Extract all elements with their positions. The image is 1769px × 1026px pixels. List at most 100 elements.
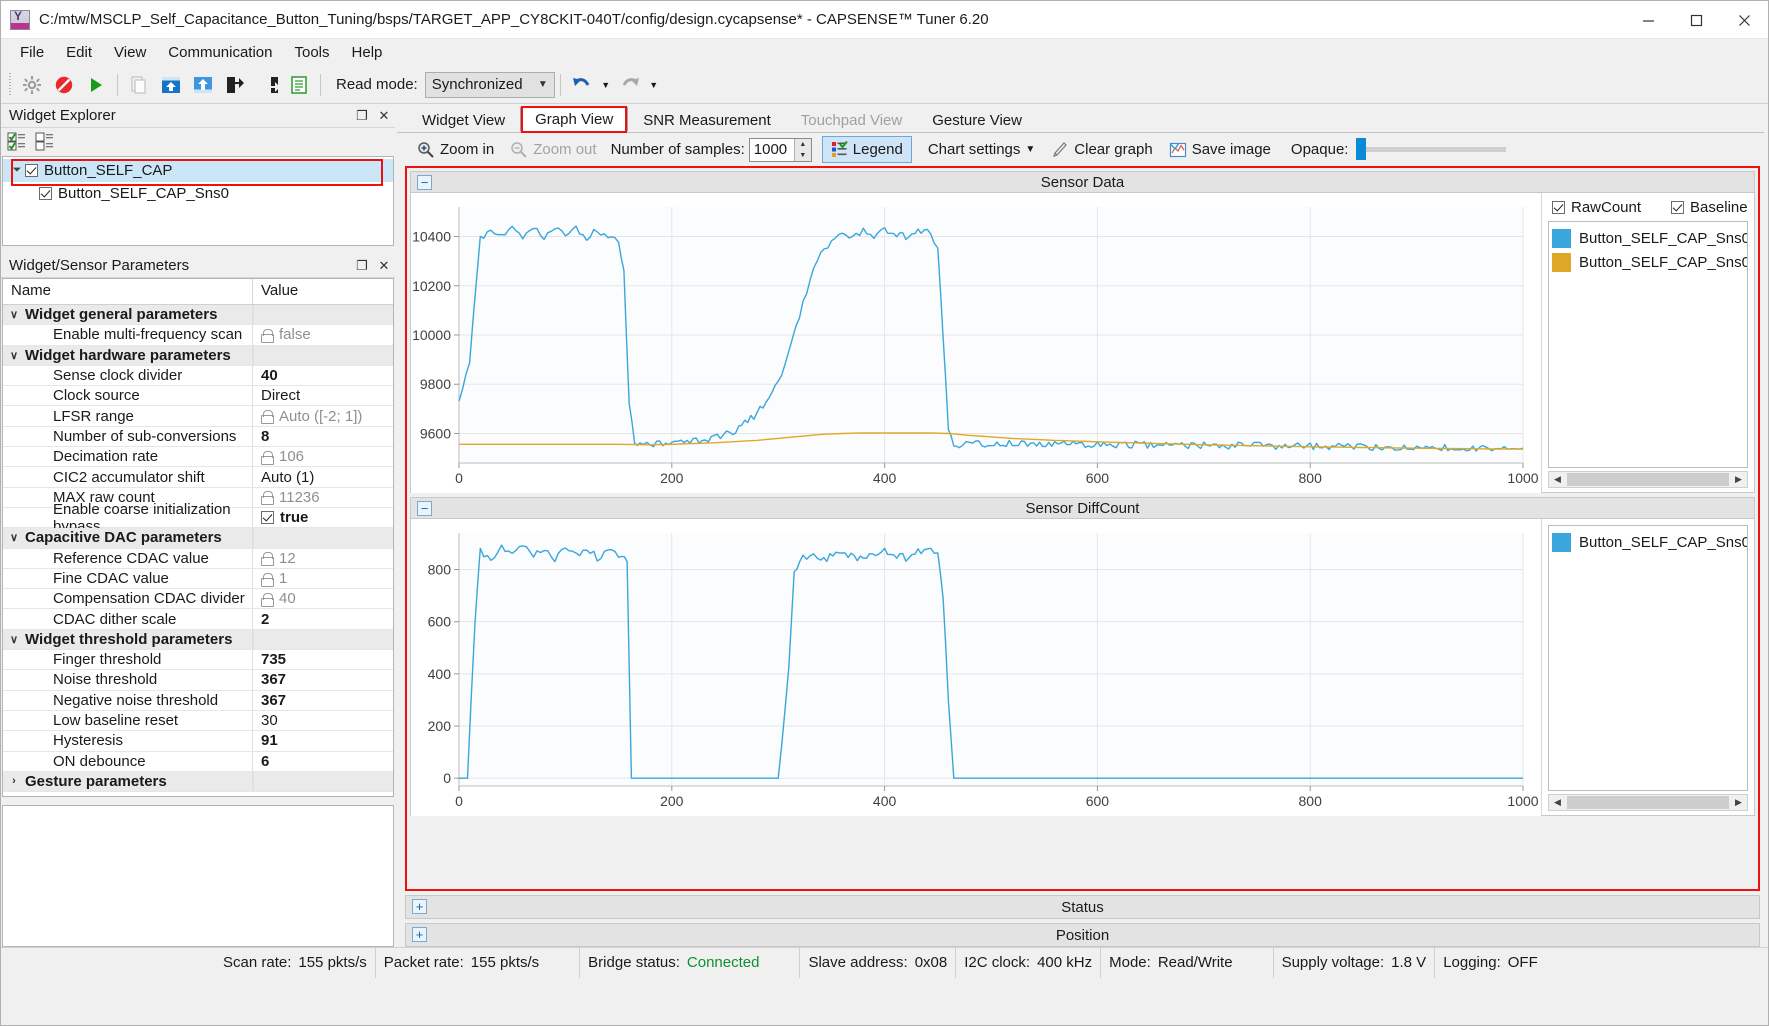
expand-icon[interactable]: +: [412, 927, 427, 942]
uncheck-all-icon[interactable]: [35, 132, 57, 152]
params-row-value-cell[interactable]: 367: [253, 691, 393, 710]
params-row-value-cell[interactable]: false: [253, 325, 393, 344]
check-all-icon[interactable]: [7, 132, 29, 152]
menu-communication[interactable]: Communication: [157, 40, 283, 65]
params-row[interactable]: LFSR range Auto ([-2; 1]): [3, 406, 393, 427]
group-expand-chevron-icon[interactable]: ›: [3, 775, 25, 787]
menu-edit[interactable]: Edit: [55, 40, 103, 65]
params-row[interactable]: Enable coarse initialization bypass true: [3, 501, 393, 535]
legend-toggle-button[interactable]: Legend: [821, 136, 912, 163]
widget-explorer-float-button[interactable]: ❐: [351, 108, 373, 124]
collapse-icon[interactable]: −: [417, 501, 432, 516]
params-value-checkbox[interactable]: [261, 511, 274, 525]
params-group-row[interactable]: ∨ Capacitive DAC parameters: [3, 528, 393, 549]
menu-file[interactable]: File: [9, 40, 55, 65]
redo-dropdown-arrow[interactable]: ▼: [647, 70, 661, 100]
params-row-value-cell[interactable]: 91: [253, 731, 393, 750]
params-group-row[interactable]: ∨ Widget general parameters: [3, 305, 393, 326]
params-row-value-cell[interactable]: 30: [253, 711, 393, 730]
params-row[interactable]: Fine CDAC value 1: [3, 568, 393, 590]
maximize-button[interactable]: [1672, 1, 1720, 39]
stepper-up-icon[interactable]: ▲: [795, 139, 811, 150]
opacity-slider[interactable]: [1356, 138, 1507, 160]
params-group-row[interactable]: › Gesture parameters: [3, 771, 393, 793]
settings-gear-icon[interactable]: [17, 70, 47, 100]
number-of-samples-stepper[interactable]: 1000 ▲ ▼: [748, 137, 812, 162]
params-row[interactable]: Number of sub-conversions 8: [3, 426, 393, 448]
params-row[interactable]: Finger threshold 735: [3, 650, 393, 671]
params-group-row[interactable]: ∨ Widget hardware parameters: [3, 345, 393, 366]
params-row[interactable]: Noise threshold 367: [3, 670, 393, 691]
params-row[interactable]: Low baseline reset 30: [3, 710, 393, 732]
apply-to-project-icon[interactable]: [188, 70, 218, 100]
legend-entry-diffcount[interactable]: Button_SELF_CAP_Sns0 DiffCo: [1552, 530, 1747, 554]
sensor-diffcount-plot[interactable]: 0 200 400 600 800 0 200 400 600 800 1000: [411, 519, 1541, 816]
params-row-value-cell[interactable]: Auto ([-2; 1]): [253, 406, 393, 425]
params-row-value-cell[interactable]: 40: [253, 589, 393, 608]
tab-gesture-view[interactable]: Gesture View: [917, 107, 1037, 132]
params-row-value-cell[interactable]: 8: [253, 427, 393, 446]
close-button[interactable]: [1720, 1, 1768, 39]
play-icon[interactable]: [81, 70, 111, 100]
params-row-value-cell[interactable]: [253, 629, 393, 650]
scroll-thumb[interactable]: [1567, 796, 1729, 809]
params-row[interactable]: Sense clock divider 40: [3, 365, 393, 387]
tree-expand-chevron-icon[interactable]: ⏷: [9, 164, 25, 177]
params-row[interactable]: CIC2 accumulator shift Auto (1): [3, 467, 393, 488]
baseline-checkbox-item[interactable]: Baseline: [1671, 199, 1748, 216]
params-row-value-cell[interactable]: [253, 771, 393, 792]
status-section-header[interactable]: + Status: [405, 895, 1760, 919]
params-row[interactable]: Negative noise threshold 367: [3, 690, 393, 711]
rawcount-checkbox-item[interactable]: RawCount: [1552, 199, 1641, 216]
params-row-value-cell[interactable]: 1: [253, 569, 393, 588]
group-expand-chevron-icon[interactable]: ∨: [3, 349, 25, 362]
save-image-button[interactable]: Save image: [1161, 137, 1279, 163]
log-icon[interactable]: [284, 70, 314, 100]
params-row[interactable]: Clock source Direct: [3, 386, 393, 407]
redo-icon[interactable]: [615, 70, 645, 100]
params-row[interactable]: ON debounce 6: [3, 751, 393, 772]
params-close-button[interactable]: ✕: [373, 258, 395, 274]
copy-icon[interactable]: [124, 70, 154, 100]
minimize-button[interactable]: [1624, 1, 1672, 39]
params-row-value-cell[interactable]: [253, 528, 393, 548]
apply-to-device-icon[interactable]: [156, 70, 186, 100]
toolbar-grip[interactable]: [7, 72, 13, 97]
rawcount-checkbox[interactable]: [1552, 201, 1565, 214]
scroll-left-icon[interactable]: ◀: [1549, 474, 1566, 485]
params-row-value-cell[interactable]: 11236: [253, 488, 393, 507]
stepper-arrows[interactable]: ▲ ▼: [793, 138, 811, 161]
chart-settings-button[interactable]: Chart settings ▼: [920, 137, 1043, 162]
sensor-data-legend-list[interactable]: Button_SELF_CAP_Sns0 RawC Button_SELF_CA…: [1548, 221, 1748, 468]
tree-checkbox[interactable]: [39, 187, 52, 200]
undo-icon[interactable]: [567, 70, 597, 100]
scroll-thumb[interactable]: [1567, 473, 1729, 486]
scroll-right-icon[interactable]: ▶: [1730, 474, 1747, 485]
params-row-value-cell[interactable]: true: [253, 508, 393, 527]
menu-help[interactable]: Help: [341, 40, 394, 65]
params-row[interactable]: Reference CDAC value 12: [3, 548, 393, 569]
group-expand-chevron-icon[interactable]: ∨: [3, 633, 25, 646]
params-row-value-cell[interactable]: 40: [253, 366, 393, 385]
group-expand-chevron-icon[interactable]: ∨: [3, 531, 25, 544]
tree-checkbox[interactable]: [25, 164, 38, 177]
legend-entry-rawcount[interactable]: Button_SELF_CAP_Sns0 RawC: [1552, 226, 1747, 250]
params-row-value-cell[interactable]: 6: [253, 752, 393, 771]
sensor-data-plot[interactable]: 9600 9800 10000 10200 10400 0 200 400 600 800 1000: [411, 193, 1541, 493]
export-icon[interactable]: [252, 70, 282, 100]
tab-snr-measurement[interactable]: SNR Measurement: [628, 107, 786, 132]
params-row[interactable]: Hysteresis 91: [3, 731, 393, 752]
tab-graph-view[interactable]: Graph View: [520, 106, 629, 133]
collapse-icon[interactable]: −: [417, 175, 432, 190]
params-row[interactable]: CDAC dither scale 2: [3, 609, 393, 630]
params-row-value-cell[interactable]: [253, 305, 393, 325]
tree-item-button-self-cap[interactable]: ⏷ Button_SELF_CAP: [3, 159, 393, 182]
params-row-value-cell[interactable]: 2: [253, 609, 393, 628]
read-mode-select[interactable]: Synchronized ▼: [424, 71, 555, 98]
widget-explorer-close-button[interactable]: ✕: [373, 108, 395, 124]
expand-icon[interactable]: +: [412, 899, 427, 914]
tree-item-button-self-cap-sns0[interactable]: Button_SELF_CAP_Sns0: [3, 182, 393, 205]
group-expand-chevron-icon[interactable]: ∨: [3, 308, 25, 321]
stop-icon[interactable]: [49, 70, 79, 100]
params-row[interactable]: Enable multi-frequency scan false: [3, 325, 393, 346]
